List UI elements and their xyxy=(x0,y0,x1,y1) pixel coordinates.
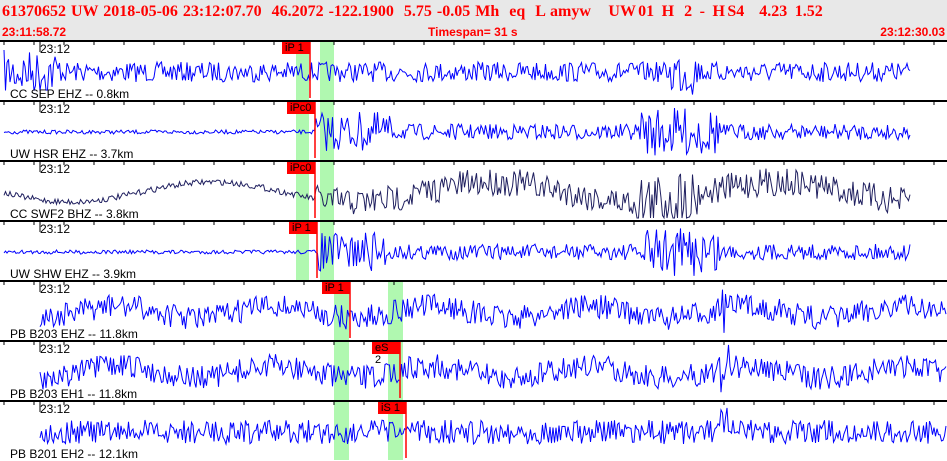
station-label: PB B201 EH2 -- 12.1km xyxy=(10,447,139,461)
phase-pick-flag[interactable]: eS 2 xyxy=(372,342,400,366)
trace-panel[interactable]: 23:12 CC SEP EHZ -- 0.8km iP 1 xyxy=(0,40,947,101)
station-label: UW SHW EHZ -- 3.9km xyxy=(10,267,136,281)
trace-panel[interactable]: 23:12 PB B203 EH1 -- 11.8km eS 2 xyxy=(0,340,947,401)
station-label: PB B203 EH1 -- 11.8km xyxy=(10,387,138,401)
phase-pick-flag[interactable]: iP 1 xyxy=(289,222,317,234)
time-label: 23:12 xyxy=(40,102,71,116)
trace-panel[interactable]: 23:12 UW HSR EHZ -- 3.7km iPc0 xyxy=(0,100,947,161)
time-label: 23:12 xyxy=(40,42,71,56)
trace-panel[interactable]: 23:12 UW SHW EHZ -- 3.9km iP 1 xyxy=(0,220,947,281)
station-label: CC SWF2 BHZ -- 3.8km xyxy=(10,207,139,221)
trace-panel[interactable]: 23:12 PB B203 EHZ -- 11.8km iP 1 xyxy=(0,280,947,341)
trace-panel[interactable]: 23:12 CC SWF2 BHZ -- 3.8km iPc0 xyxy=(0,160,947,221)
time-label: 23:12 xyxy=(40,162,71,176)
trace-panel[interactable]: 23:12 PB B201 EH2 -- 12.1km iS 1 xyxy=(0,400,947,461)
station-label: UW HSR EHZ -- 3.7km xyxy=(10,147,134,161)
time-label: 23:12 xyxy=(40,402,71,416)
phase-pick-flag[interactable]: iPc0 xyxy=(287,162,315,174)
phase-pick-flag[interactable]: iP 1 xyxy=(322,282,350,294)
time-label: 23:12 xyxy=(40,342,71,356)
station-label: CC SEP EHZ -- 0.8km xyxy=(10,87,130,101)
phase-pick-flag[interactable]: iP 1 xyxy=(282,42,310,54)
time-label: 23:12 xyxy=(40,222,71,236)
time-label: 23:12 xyxy=(40,282,71,296)
station-label: PB B203 EHZ -- 11.8km xyxy=(10,327,138,341)
phase-pick-flag[interactable]: iS 1 xyxy=(378,402,406,414)
phase-pick-flag[interactable]: iPc0 xyxy=(287,102,315,114)
